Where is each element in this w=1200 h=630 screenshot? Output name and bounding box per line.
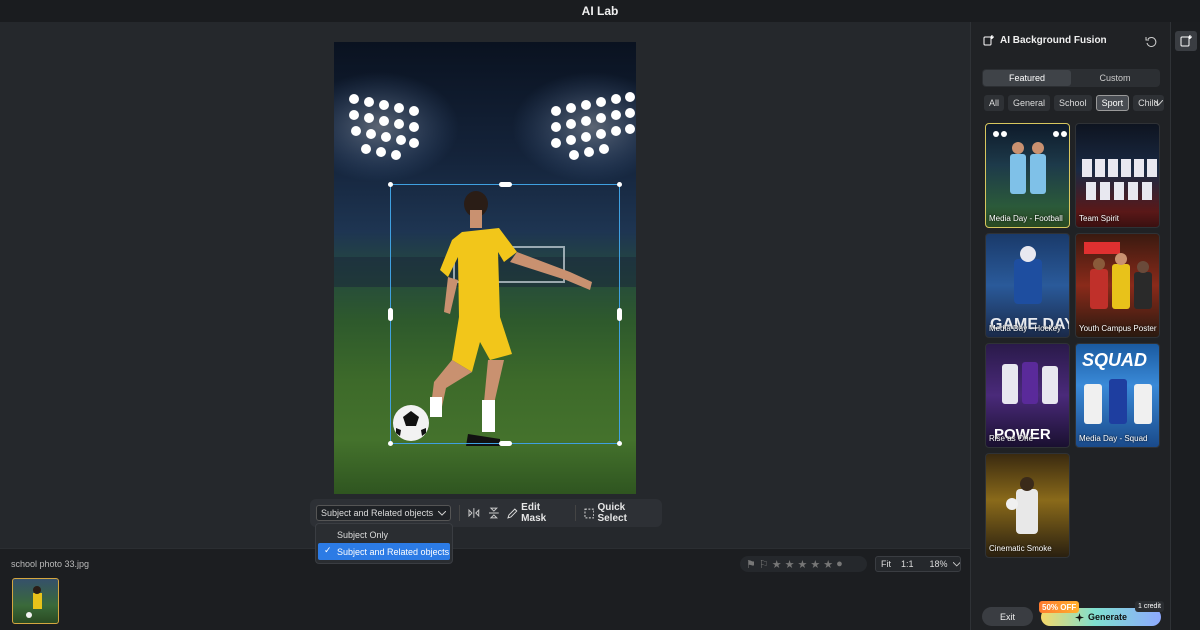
ai-background-fusion-panel: AI Background Fusion Featured Custom All… xyxy=(970,22,1170,630)
template-label: Youth Campus Poster xyxy=(1079,324,1157,333)
template-card[interactable]: Youth Campus Poster xyxy=(1075,233,1160,338)
quick-select-label: Quick Select xyxy=(597,502,627,524)
chevron-down-icon xyxy=(438,510,447,516)
resize-handle-left[interactable] xyxy=(388,308,393,321)
template-label: Rise as One xyxy=(989,434,1034,443)
file-name: school photo 33.jpg xyxy=(11,559,90,569)
template-card[interactable]: Media Day - Football xyxy=(985,123,1070,228)
template-thumbnail xyxy=(993,131,1067,194)
filmstrip-thumbnail[interactable] xyxy=(12,578,59,624)
credit-badge: 1 credit xyxy=(1135,601,1164,612)
template-label: Team Spirit xyxy=(1079,214,1120,223)
discount-badge: 50% OFF xyxy=(1039,601,1080,613)
template-label: Media Day - Football xyxy=(989,214,1063,223)
template-thumbnail: POWER xyxy=(994,362,1058,443)
canvas-area[interactable]: Subject and Related objects Edit Mask Qu… xyxy=(0,22,970,548)
chevron-down-icon[interactable] xyxy=(952,561,960,567)
option-subject-and-related-label: Subject and Related objects xyxy=(337,546,450,557)
svg-text:SQUAD: SQUAD xyxy=(1082,350,1147,370)
template-thumbnail: GAME DAY xyxy=(990,246,1069,333)
resize-handle-bottom[interactable] xyxy=(499,441,512,446)
edit-mask-button[interactable]: Edit Mask xyxy=(507,502,566,524)
rating-bar: ⚑ ⚐ ★ ★ ★ ★ ★ ● xyxy=(740,556,867,572)
category-sport[interactable]: Sport xyxy=(1095,95,1130,111)
resize-handle-bottom-right[interactable] xyxy=(617,441,622,446)
resize-handle-right[interactable] xyxy=(617,308,622,321)
category-filter: All General School Sport Child xyxy=(984,95,1168,111)
star-icon[interactable]: ★ xyxy=(772,558,782,571)
panel-footer: Exit Generate 50% OFF 1 credit xyxy=(971,598,1171,630)
template-thumbnail xyxy=(1006,477,1038,534)
category-general[interactable]: General xyxy=(1008,95,1051,111)
subject-selection-box[interactable] xyxy=(388,182,622,446)
quick-select-icon xyxy=(584,508,594,518)
ai-background-icon xyxy=(1180,35,1192,47)
option-subject-and-related[interactable]: ✓ Subject and Related objects xyxy=(318,543,450,560)
panel-header: AI Background Fusion xyxy=(983,35,1107,46)
exit-button[interactable]: Exit xyxy=(982,607,1033,626)
app-title-bar: AI Lab xyxy=(0,0,1200,22)
template-thumbnail xyxy=(1082,159,1157,200)
template-tabs: Featured Custom xyxy=(982,69,1160,87)
selection-mode-select[interactable]: Subject and Related objects xyxy=(316,505,452,521)
template-card[interactable]: Team Spirit xyxy=(1075,123,1160,228)
zoom-level-select[interactable]: 18% xyxy=(925,559,953,569)
template-label: Media Day - Hockey xyxy=(989,324,1062,333)
thumbnail-image xyxy=(26,586,42,618)
flag-icon[interactable]: ⚑ xyxy=(746,558,756,571)
template-card[interactable]: POWER Rise as One xyxy=(985,343,1070,448)
filmstrip-bar: school photo 33.jpg ⚑ ⚐ ★ ★ ★ ★ ★ ● Fit … xyxy=(0,548,970,630)
star-icon[interactable]: ★ xyxy=(823,558,833,571)
app-title: AI Lab xyxy=(581,4,619,18)
right-tool-rail xyxy=(1170,22,1200,630)
template-card[interactable]: Cinematic Smoke xyxy=(985,453,1070,558)
ai-background-icon xyxy=(983,35,994,46)
color-label-icon[interactable]: ● xyxy=(836,558,843,570)
toolbar-divider xyxy=(574,505,576,521)
check-icon: ✓ xyxy=(324,545,332,555)
resize-handle-bottom-left[interactable] xyxy=(388,441,393,446)
edit-mask-icon xyxy=(507,507,518,519)
selection-mode-value: Subject and Related objects xyxy=(321,508,434,518)
edit-mask-label: Edit Mask xyxy=(521,502,547,524)
toolbar-divider xyxy=(459,505,460,521)
quick-select-button[interactable]: Quick Select xyxy=(584,502,656,524)
reset-icon[interactable] xyxy=(1145,36,1157,48)
option-subject-only[interactable]: Subject Only xyxy=(318,526,450,543)
template-label: Media Day - Squad xyxy=(1079,434,1148,443)
template-thumbnail xyxy=(1084,242,1152,309)
resize-handle-top[interactable] xyxy=(499,182,512,187)
zoom-fit-button[interactable]: Fit xyxy=(876,559,896,569)
template-card[interactable]: GAME DAY Media Day - Hockey xyxy=(985,233,1070,338)
tab-featured[interactable]: Featured xyxy=(983,70,1071,86)
template-thumbnail: SQUAD xyxy=(1082,350,1152,424)
panel-title: AI Background Fusion xyxy=(1000,35,1107,46)
chevron-down-icon[interactable] xyxy=(1154,100,1163,106)
flip-vertical-icon[interactable] xyxy=(488,507,500,519)
selection-mode-dropdown: Subject Only ✓ Subject and Related objec… xyxy=(315,523,453,564)
generate-label: Generate xyxy=(1087,612,1128,622)
zoom-control: Fit 1:1 18% xyxy=(875,556,961,572)
star-icon[interactable]: ★ xyxy=(810,558,820,571)
zoom-1-1-button[interactable]: 1:1 xyxy=(896,559,919,569)
flip-horizontal-icon[interactable] xyxy=(468,507,480,519)
ai-background-tool-button[interactable] xyxy=(1175,31,1197,51)
tab-custom[interactable]: Custom xyxy=(1071,70,1159,86)
category-school[interactable]: School xyxy=(1054,95,1092,111)
star-icon[interactable]: ★ xyxy=(785,558,795,571)
template-card[interactable]: SQUAD Media Day - Squad xyxy=(1075,343,1160,448)
category-all[interactable]: All xyxy=(984,95,1005,111)
resize-handle-top-left[interactable] xyxy=(388,182,393,187)
star-icon[interactable]: ★ xyxy=(798,558,808,571)
resize-handle-top-right[interactable] xyxy=(617,182,622,187)
template-label: Cinematic Smoke xyxy=(989,544,1052,553)
sparkle-icon xyxy=(1074,612,1084,622)
reject-flag-icon[interactable]: ⚐ xyxy=(759,558,769,571)
